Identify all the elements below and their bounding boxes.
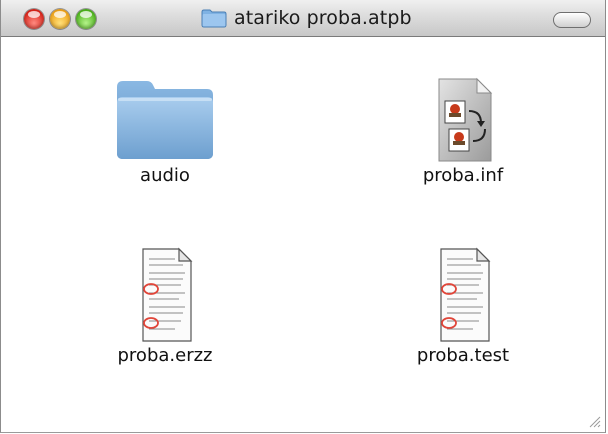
file-item-proba-test[interactable]: proba.test — [353, 245, 573, 366]
finder-window: atariko proba.atpb audio proba.inf proba… — [0, 0, 606, 433]
file-item-proba-inf[interactable]: proba.inf — [353, 75, 573, 186]
file-label: audio — [140, 165, 190, 186]
window-title: atariko proba.atpb — [234, 7, 412, 29]
close-button[interactable] — [24, 9, 44, 29]
title-bar[interactable]: atariko proba.atpb — [1, 0, 605, 37]
text-document-icon — [440, 247, 491, 342]
file-label: proba.test — [416, 345, 510, 366]
folder-icon — [117, 81, 213, 159]
window-title-group: atariko proba.atpb — [201, 6, 412, 30]
inf-document-icon — [438, 77, 493, 162]
file-label: proba.erzz — [117, 345, 213, 366]
resize-grip-icon[interactable] — [587, 414, 601, 428]
folder-icon — [201, 9, 227, 28]
file-label: proba.inf — [422, 165, 504, 186]
text-document-icon — [142, 247, 193, 342]
file-item-audio[interactable]: audio — [55, 75, 275, 186]
file-item-proba-erzz[interactable]: proba.erzz — [55, 245, 275, 366]
zoom-button[interactable] — [76, 9, 96, 29]
minimize-button[interactable] — [50, 9, 70, 29]
toolbar-toggle-button[interactable] — [553, 12, 591, 28]
